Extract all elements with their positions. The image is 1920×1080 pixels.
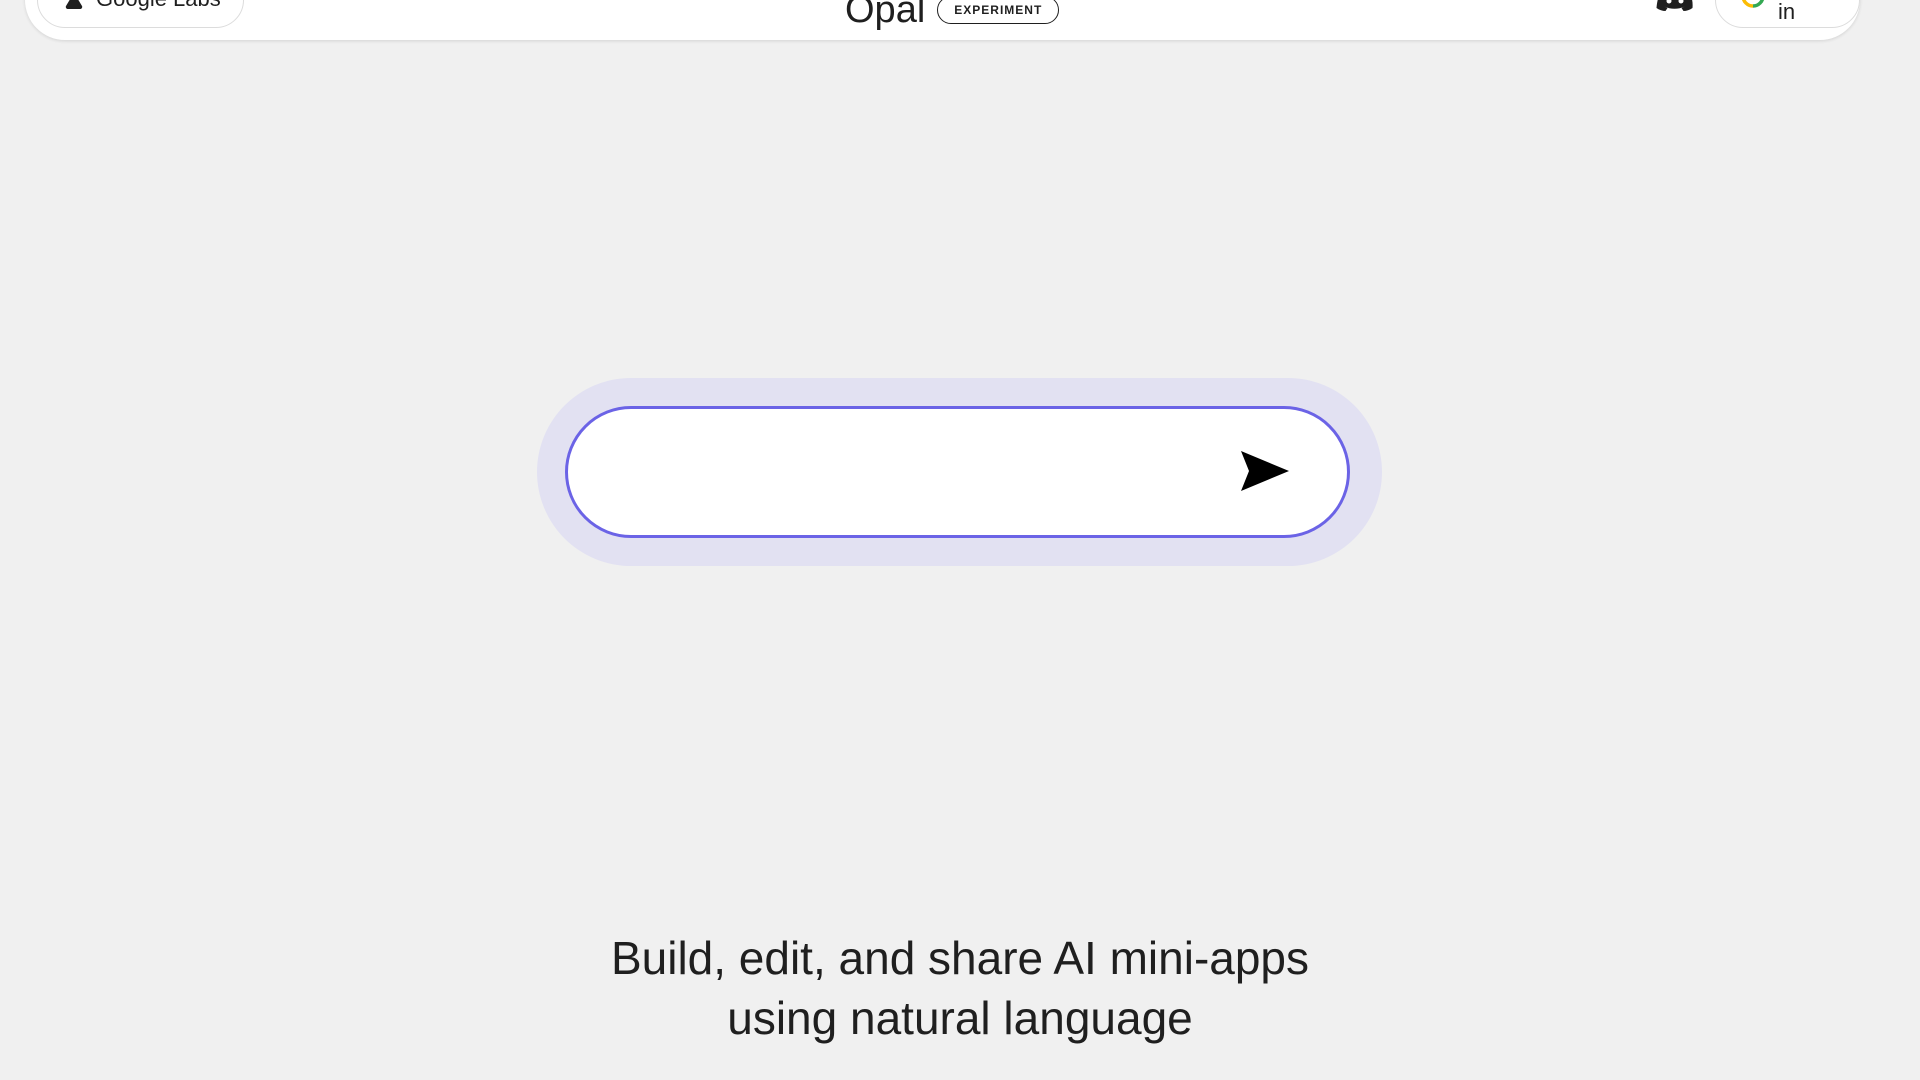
sign-in-button[interactable]: Sign in bbox=[1715, 0, 1860, 28]
google-labs-label: Google Labs bbox=[96, 0, 221, 12]
prompt-container[interactable] bbox=[565, 406, 1350, 538]
sign-in-label: Sign in bbox=[1778, 0, 1796, 24]
top-header: Google Labs Opal EXPERIMENT bbox=[25, 0, 1860, 40]
app-title: Opal bbox=[845, 0, 926, 31]
opal-landing-page: Google Labs Opal EXPERIMENT bbox=[0, 0, 1920, 1080]
tagline-line-1: Build, edit, and share AI mini-apps bbox=[610, 932, 1310, 984]
brand: Opal EXPERIMENT bbox=[845, 0, 1060, 29]
labs-flask-icon bbox=[62, 0, 86, 11]
google-labs-button[interactable]: Google Labs bbox=[37, 0, 244, 28]
send-icon bbox=[1237, 447, 1293, 498]
discord-icon[interactable] bbox=[1655, 0, 1695, 12]
tagline-line-2: using natural language bbox=[727, 992, 1193, 1044]
send-button[interactable] bbox=[1228, 435, 1302, 509]
google-g-icon bbox=[1740, 0, 1766, 15]
prompt-input[interactable] bbox=[608, 439, 1232, 507]
tagline: Build, edit, and share AI mini-apps usin… bbox=[0, 928, 1920, 1048]
experiment-badge: EXPERIMENT bbox=[937, 0, 1060, 24]
